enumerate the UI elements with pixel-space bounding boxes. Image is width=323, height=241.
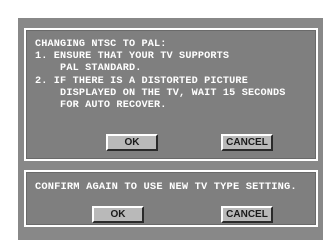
confirm-cancel-button[interactable]: CANCEL (221, 206, 273, 223)
confirm-tv-type-dialog: CONFIRM AGAIN TO USE NEW TV TYPE SETTING… (24, 170, 318, 227)
ntsc-to-pal-warning-dialog: CHANGING NTSC TO PAL: 1. ENSURE THAT YOU… (24, 28, 318, 161)
ok-button[interactable]: OK (106, 134, 158, 151)
warning-message: CHANGING NTSC TO PAL: 1. ENSURE THAT YOU… (35, 39, 286, 112)
confirm-ok-button[interactable]: OK (92, 206, 144, 223)
confirm-message: CONFIRM AGAIN TO USE NEW TV TYPE SETTING… (35, 181, 297, 193)
cancel-button[interactable]: CANCEL (221, 134, 273, 151)
